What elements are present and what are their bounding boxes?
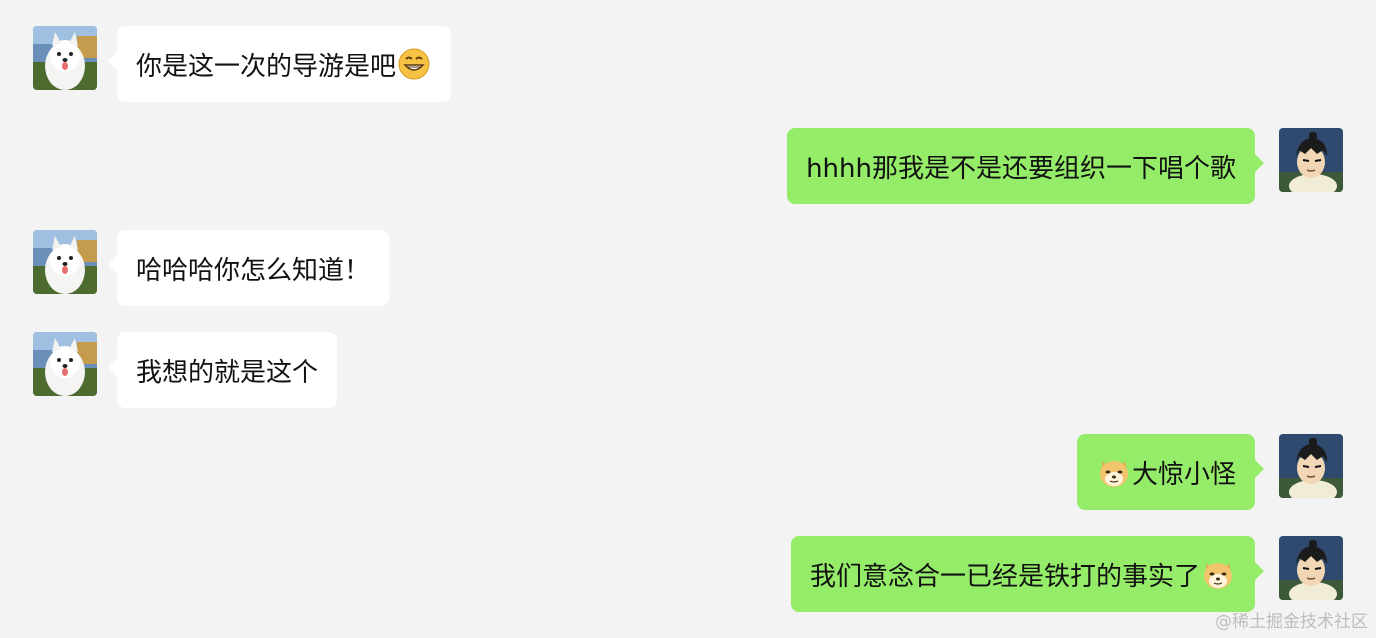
- message-bubble-incoming[interactable]: 你是这一次的导游是吧: [107, 26, 452, 102]
- anime-boy-avatar[interactable]: [1279, 128, 1343, 192]
- message-text: hhhh那我是不是还要组织一下唱个歌: [806, 153, 1236, 184]
- grin-emoji: [397, 47, 431, 81]
- message-text: 哈哈哈你怎么知道！: [136, 255, 371, 286]
- samoyed-dog-avatar[interactable]: [33, 26, 97, 90]
- samoyed-dog-avatar[interactable]: [33, 230, 97, 294]
- message-bubble-outgoing[interactable]: hhhh那我是不是还要组织一下唱个歌: [787, 128, 1264, 204]
- message-bubble-incoming[interactable]: 我想的就是这个: [107, 332, 338, 408]
- message-bubble-outgoing[interactable]: 我们意念合一已经是铁打的事实了: [790, 536, 1265, 612]
- anime-boy-avatar[interactable]: [1279, 434, 1343, 498]
- watermark: @稀土掘金技术社区: [1215, 612, 1368, 632]
- doge-emoji: [1201, 557, 1235, 591]
- anime-boy-avatar[interactable]: [1279, 536, 1343, 600]
- message-text: 你是这一次的导游是吧: [136, 51, 397, 82]
- samoyed-dog-avatar[interactable]: [33, 332, 97, 396]
- doge-emoji: [1097, 455, 1131, 489]
- chat-window: 你是这一次的导游是吧 hhhh那我是不是还要组织一下唱个歌 哈哈哈你怎么知道！ …: [0, 0, 1376, 638]
- message-bubble-outgoing[interactable]: 大惊小怪: [1076, 434, 1265, 510]
- message-text: 我想的就是这个: [136, 357, 319, 388]
- message-bubble-incoming[interactable]: 哈哈哈你怎么知道！: [107, 230, 390, 306]
- message-text: 大惊小怪: [1131, 459, 1236, 490]
- message-text: 我们意念合一已经是铁打的事实了: [809, 561, 1200, 592]
